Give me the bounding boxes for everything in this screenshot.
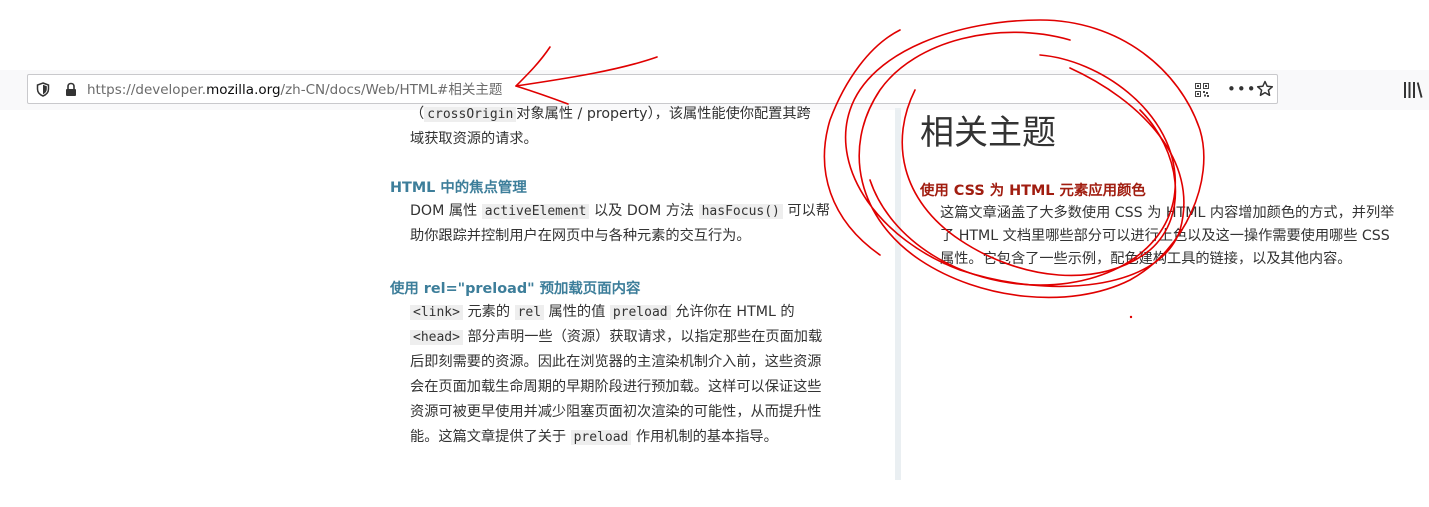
link-code[interactable]: <link> (410, 305, 463, 320)
head-code[interactable]: <head> (410, 330, 463, 345)
more-icon[interactable]: ••• (1227, 81, 1256, 99)
focus-desc: DOM 属性 activeElement 以及 DOM 方法 hasFocus(… (410, 203, 830, 244)
shield-icon[interactable] (36, 82, 50, 97)
crossorigin-code: crossOrigin (424, 107, 517, 122)
preload-section: 使用 rel="preload" 预加载页面内容 <link> 元素的 rel … (390, 278, 890, 450)
preload-title[interactable]: 使用 rel="preload" 预加载页面内容 (390, 278, 890, 300)
preload-desc: <link> 元素的 rel 属性的值 preload 允许你在 HTML 的 … (410, 304, 823, 445)
url-text[interactable]: https://developer.mozilla.org/zh-CN/docs… (87, 81, 502, 99)
star-icon[interactable] (1255, 79, 1275, 99)
related-topics: 相关主题 使用 CSS 为 HTML 元素应用颜色 这篇文章涵盖了大多数使用 C… (920, 110, 1400, 271)
dot-annotation (1129, 315, 1133, 319)
preload-code-2: preload (570, 430, 632, 445)
related-item-desc: 这篇文章涵盖了大多数使用 CSS 为 HTML 内容增加颜色的方式，并列举了 H… (940, 205, 1395, 267)
focus-section: HTML 中的焦点管理 DOM 属性 activeElement 以及 DOM … (390, 177, 890, 249)
crossorigin-line1: 对象属性 / property），该属性能使你配置其跨 (516, 106, 811, 122)
lock-icon[interactable] (64, 82, 78, 97)
rel-code[interactable]: rel (514, 305, 545, 320)
library-icon[interactable] (1403, 81, 1423, 99)
url-host: mozilla.org (206, 82, 281, 98)
related-item-link[interactable]: 使用 CSS 为 HTML 元素应用颜色 (920, 180, 1400, 202)
related-heading: 相关主题 (920, 113, 1056, 153)
preload-code: preload (609, 305, 671, 320)
qr-code-icon[interactable] (1195, 83, 1209, 97)
crossorigin-line2: 域获取资源的请求。 (410, 131, 538, 147)
focus-title[interactable]: HTML 中的焦点管理 (390, 177, 890, 199)
crossorigin-desc: （crossOrigin 对象属性 / property），该属性能使你配置其跨 … (410, 106, 811, 147)
address-bar[interactable]: https://developer.mozilla.org/zh-CN/docs… (27, 74, 1278, 104)
hasfocus-code[interactable]: hasFocus() (698, 204, 783, 219)
sidebar-divider (895, 108, 901, 480)
url-path: /zh-CN/docs/Web/HTML#相关主题 (280, 82, 503, 98)
activeelement-code[interactable]: activeElement (481, 204, 590, 219)
url-prefix: https://developer. (87, 82, 207, 98)
